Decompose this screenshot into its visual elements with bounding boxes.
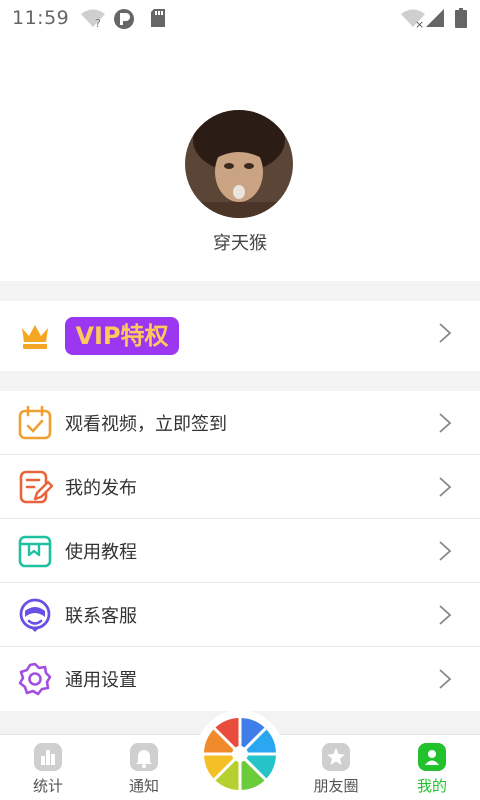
star-icon — [322, 743, 350, 771]
bell-icon — [130, 743, 158, 771]
book-icon — [18, 535, 52, 568]
bar-chart-icon — [34, 743, 62, 771]
status-time: 11:59 — [12, 7, 70, 29]
chevron-right-icon — [439, 413, 452, 433]
svg-text:?: ? — [95, 17, 101, 28]
tab-label: 我的 — [416, 777, 447, 795]
tab-me[interactable]: 我的 — [384, 735, 480, 800]
crown-icon — [22, 325, 48, 349]
app-p-icon — [114, 9, 134, 29]
menu-label: 通用设置 — [65, 670, 137, 691]
tab-stats[interactable]: 统计 — [0, 735, 96, 800]
menu-item-watch-video-checkin[interactable]: 观看视频，立即签到 — [0, 391, 480, 455]
menu-list: 观看视频，立即签到 我的发布 使用教程 联系客服 通用设置 — [0, 391, 480, 711]
tab-label: 通知 — [128, 777, 159, 795]
signal-icon — [426, 9, 444, 27]
menu-label: 联系客服 — [65, 606, 137, 627]
menu-item-general-settings[interactable]: 通用设置 — [0, 647, 480, 711]
avatar[interactable] — [185, 110, 293, 218]
sd-card-icon — [151, 9, 165, 27]
tab-label: 统计 — [32, 777, 63, 795]
menu-label: 使用教程 — [65, 542, 137, 563]
chevron-right-icon — [439, 477, 452, 497]
chevron-right-icon — [439, 541, 452, 561]
headset-icon — [19, 598, 51, 632]
chevron-right-icon — [439, 605, 452, 625]
note-edit-icon — [19, 470, 53, 504]
tab-moments[interactable]: 朋友圈 — [288, 735, 384, 800]
menu-item-tutorial[interactable]: 使用教程 — [0, 519, 480, 583]
menu-item-my-posts[interactable]: 我的发布 — [0, 455, 480, 519]
menu-label: 观看视频，立即签到 — [65, 414, 227, 435]
username: 穿天猴 — [213, 233, 267, 254]
svg-text:×: × — [415, 18, 424, 28]
chevron-right-icon — [439, 669, 452, 689]
wifi-off-icon: × — [401, 9, 425, 28]
user-icon — [418, 743, 446, 771]
vip-privilege-row[interactable]: VIP特权 — [0, 301, 480, 371]
wifi-unknown-icon: ? — [81, 9, 105, 28]
color-wheel-icon — [203, 717, 277, 791]
battery-icon — [455, 8, 467, 28]
tab-label: 朋友圈 — [313, 777, 359, 795]
profile-section: 穿天猴 — [0, 36, 480, 281]
gear-icon — [18, 662, 52, 696]
menu-item-customer-service[interactable]: 联系客服 — [0, 583, 480, 647]
menu-label: 我的发布 — [65, 478, 137, 499]
status-bar: 11:59 ? × — [0, 0, 480, 36]
vip-badge: VIP特权 — [65, 317, 179, 355]
chevron-right-icon — [439, 323, 452, 343]
calendar-check-icon — [18, 405, 52, 440]
center-add-button[interactable] — [196, 710, 284, 798]
tab-notifications[interactable]: 通知 — [96, 735, 192, 800]
